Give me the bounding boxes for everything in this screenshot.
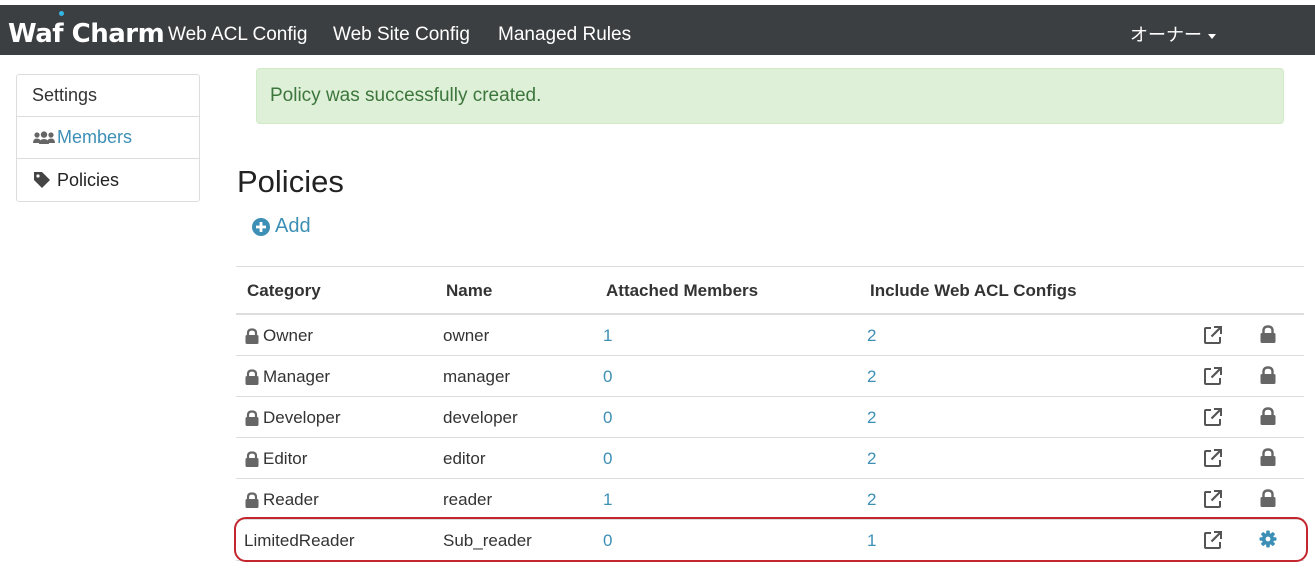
- web-acl-configs-link[interactable]: 2: [867, 449, 876, 469]
- external-link-icon[interactable]: [1203, 407, 1223, 432]
- logo-dot: [59, 11, 64, 16]
- user-menu-label: オーナー: [1130, 25, 1202, 45]
- lock-icon: [244, 327, 260, 345]
- external-link-icon[interactable]: [1203, 325, 1223, 350]
- attached-members-link[interactable]: 0: [603, 449, 612, 469]
- nav-managed-rules[interactable]: Managed Rules: [498, 23, 631, 47]
- attached-members-link[interactable]: 0: [603, 531, 612, 551]
- attached-members-link[interactable]: 0: [603, 367, 612, 387]
- add-label: Add: [275, 215, 311, 237]
- gear-icon[interactable]: [1259, 530, 1277, 553]
- name-cell: manager: [443, 367, 511, 386]
- category-cell: Editor: [244, 449, 307, 469]
- add-policy-button[interactable]: Add: [252, 215, 311, 238]
- alert-message: Policy was successfully created.: [270, 85, 542, 106]
- web-acl-configs-link[interactable]: 2: [867, 408, 876, 428]
- external-link-icon[interactable]: [1203, 530, 1223, 555]
- table-header: Category Name Attached Members Include W…: [236, 267, 1304, 315]
- category-label: Developer: [263, 408, 341, 427]
- sidebar-item-label: Policies: [57, 169, 120, 190]
- category-label: Editor: [263, 449, 308, 468]
- name-cell: reader: [443, 490, 493, 509]
- category-cell: Manager: [244, 367, 330, 387]
- external-link-icon[interactable]: [1203, 366, 1223, 391]
- table-row: Owner owner 1 2: [236, 315, 1304, 356]
- category-label: Manager: [263, 367, 331, 386]
- category-cell: Reader: [244, 490, 319, 510]
- external-link-icon[interactable]: [1203, 489, 1223, 514]
- policies-table: Category Name Attached Members Include W…: [236, 266, 1304, 561]
- table-row: Reader reader 1 2: [236, 479, 1304, 520]
- table-row: Developer developer 0 2: [236, 397, 1304, 438]
- users-icon: [33, 130, 57, 145]
- web-acl-configs-link[interactable]: 1: [867, 531, 876, 551]
- category-cell: Developer: [244, 408, 341, 428]
- sidebar-item-label: Members: [57, 127, 133, 147]
- web-acl-configs-link[interactable]: 2: [867, 326, 876, 346]
- web-acl-configs-link[interactable]: 2: [867, 490, 876, 510]
- table-body: Owner owner 1 2 Manager manager 0 2 Deve…: [236, 315, 1304, 561]
- sidebar-heading: Settings: [17, 75, 199, 117]
- nav-web-site-config[interactable]: Web Site Config: [333, 23, 470, 47]
- lock-icon: [244, 491, 260, 509]
- attached-members-link[interactable]: 1: [603, 326, 612, 346]
- lock-icon: [244, 409, 260, 427]
- header-include-web-acl-configs: Include Web ACL Configs: [870, 281, 1077, 300]
- user-menu-dropdown[interactable]: オーナー: [1130, 23, 1216, 47]
- app-logo[interactable]: Waf Charm: [8, 17, 165, 51]
- caret-down-icon: [1208, 33, 1216, 39]
- category-label: Reader: [263, 490, 319, 509]
- lock-icon: [1259, 366, 1277, 390]
- lock-icon: [1259, 407, 1277, 431]
- category-label: Owner: [263, 326, 314, 345]
- sidebar-heading-label: Settings: [32, 85, 98, 105]
- page-title: Policies: [237, 164, 344, 199]
- success-alert: Policy was successfully created.: [256, 68, 1284, 124]
- name-cell: developer: [443, 408, 518, 427]
- header-category: Category: [247, 281, 321, 300]
- name-cell: owner: [443, 326, 490, 345]
- web-acl-configs-link[interactable]: 2: [867, 367, 876, 387]
- header-name: Name: [446, 281, 493, 300]
- table-row: LimitedReader Sub_reader 0 1: [236, 520, 1304, 561]
- external-link-icon[interactable]: [1203, 448, 1223, 473]
- name-cell: editor: [443, 449, 486, 468]
- category-label: LimitedReader: [244, 531, 355, 550]
- lock-icon: [1259, 325, 1277, 349]
- lock-icon: [244, 368, 260, 386]
- settings-sidebar: Settings Members Policies: [16, 74, 200, 202]
- sidebar-item-policies[interactable]: Policies: [17, 159, 199, 201]
- nav-web-acl-config[interactable]: Web ACL Config: [168, 23, 307, 47]
- category-cell: Owner: [244, 326, 313, 346]
- table-row: Manager manager 0 2: [236, 356, 1304, 397]
- tag-icon: [33, 171, 57, 189]
- navbar: Waf Charm Web ACL Config Web Site Config…: [0, 5, 1315, 55]
- category-cell: LimitedReader: [244, 531, 355, 551]
- plus-circle-icon: [252, 217, 270, 236]
- header-attached-members: Attached Members: [606, 281, 759, 300]
- attached-members-link[interactable]: 0: [603, 408, 612, 428]
- lock-icon: [244, 450, 260, 468]
- attached-members-link[interactable]: 1: [603, 490, 612, 510]
- name-cell: Sub_reader: [443, 531, 532, 550]
- table-row: Editor editor 0 2: [236, 438, 1304, 479]
- lock-icon: [1259, 489, 1277, 513]
- sidebar-item-members[interactable]: Members: [17, 117, 199, 159]
- lock-icon: [1259, 448, 1277, 472]
